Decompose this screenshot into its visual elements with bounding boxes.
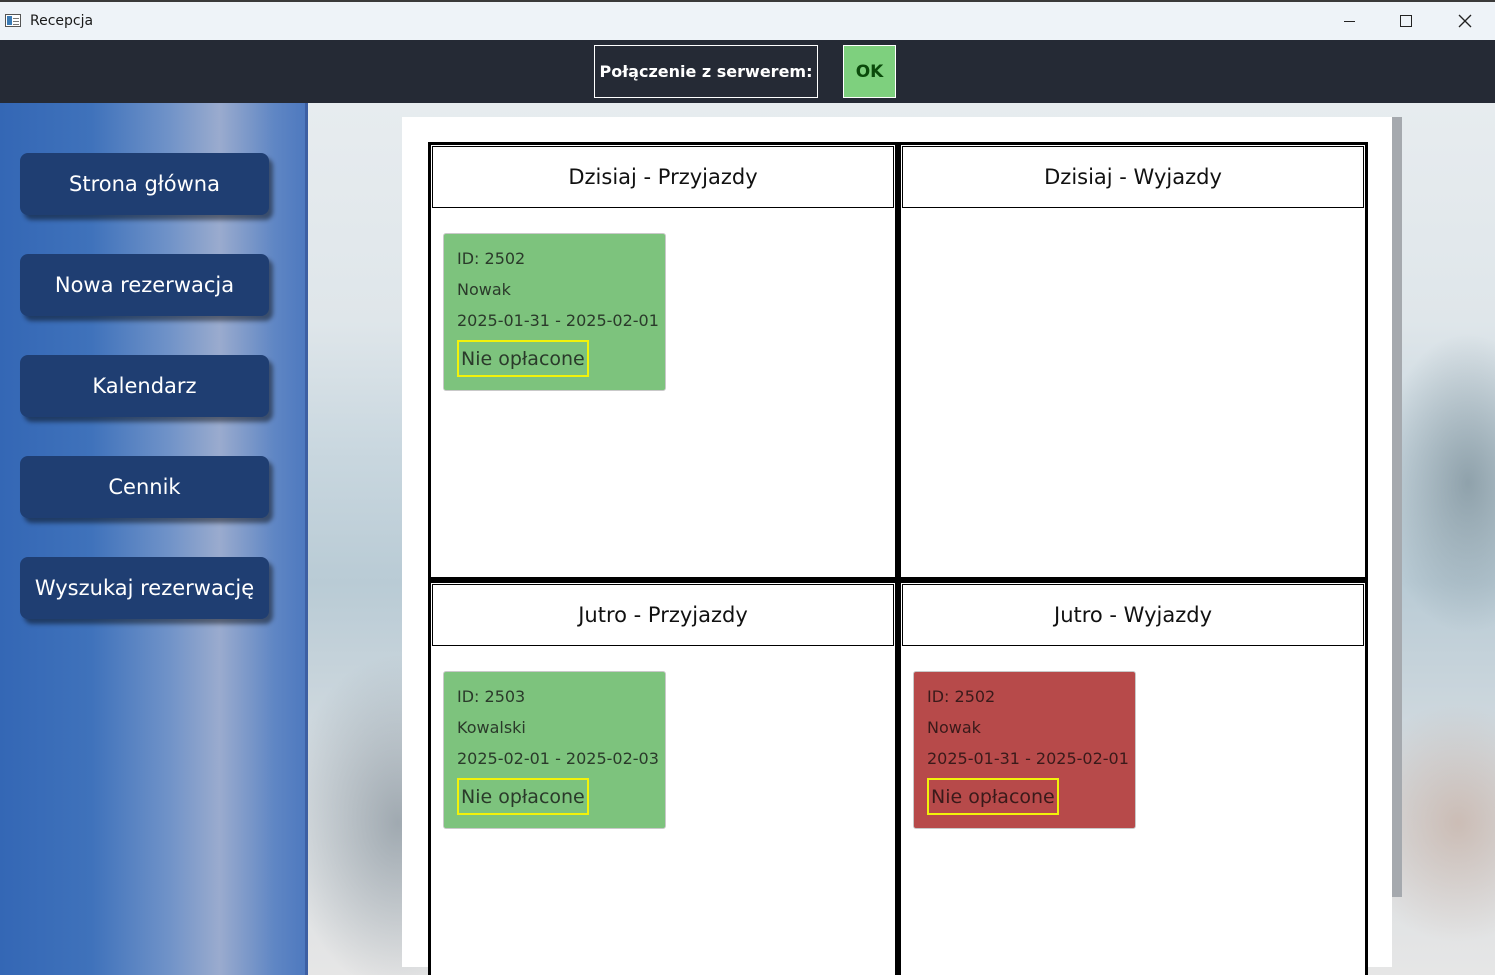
connection-status-badge: OK	[843, 45, 896, 98]
guest-name: Kowalski	[457, 718, 526, 737]
reservation-id: ID: 2503	[457, 687, 526, 706]
vertical-scrollbar[interactable]	[1392, 117, 1402, 897]
maximize-button[interactable]	[1377, 2, 1435, 40]
tomorrow-arrivals-section: Jutro - Przyjazdy ID: 2503 Kowalski 2025…	[428, 580, 898, 975]
tomorrow-departures-section: Jutro - Wyjazdy ID: 2502 Nowak 2025-01-3…	[898, 580, 1368, 975]
section-title: Jutro - Wyjazdy	[902, 584, 1364, 646]
section-title: Dzisiaj - Przyjazdy	[432, 146, 894, 208]
reservation-id: ID: 2502	[927, 687, 996, 706]
nav-search-reservation-button[interactable]: Wyszukaj rezerwację	[20, 557, 269, 619]
stay-dates: 2025-01-31 - 2025-02-01	[457, 311, 659, 330]
minimize-icon	[1343, 20, 1355, 22]
app-window: Recepcja Połączenie z serwerem: OK Stron…	[0, 0, 1495, 975]
reservation-card[interactable]: ID: 2502 Nowak 2025-01-31 - 2025-02-01 N…	[443, 233, 666, 391]
guest-name: Nowak	[927, 718, 981, 737]
nav-pricing-button[interactable]: Cennik	[20, 456, 269, 518]
payment-status-badge: Nie opłacone	[457, 778, 589, 815]
nav-home-button[interactable]: Strona główna	[20, 153, 269, 215]
today-departures-section: Dzisiaj - Wyjazdy	[898, 142, 1368, 580]
connection-label: Połączenie z serwerem:	[594, 45, 818, 98]
section-title: Jutro - Przyjazdy	[432, 584, 894, 646]
window-title: Recepcja	[30, 13, 94, 29]
title-bar: Recepcja	[0, 0, 1495, 40]
today-arrivals-section: Dzisiaj - Przyjazdy ID: 2502 Nowak 2025-…	[428, 142, 898, 580]
status-bar: Połączenie z serwerem: OK	[0, 40, 1495, 103]
stay-dates: 2025-01-31 - 2025-02-01	[927, 749, 1129, 768]
nav-calendar-button[interactable]: Kalendarz	[20, 355, 269, 417]
main-panel: Dzisiaj - Przyjazdy ID: 2502 Nowak 2025-…	[402, 117, 1392, 975]
reservation-id: ID: 2502	[457, 249, 526, 268]
section-title: Dzisiaj - Wyjazdy	[902, 146, 1364, 208]
stay-dates: 2025-02-01 - 2025-02-03	[457, 749, 659, 768]
reservation-card[interactable]: ID: 2503 Kowalski 2025-02-01 - 2025-02-0…	[443, 671, 666, 829]
payment-status-badge: Nie opłacone	[457, 340, 589, 377]
payment-status-badge: Nie opłacone	[927, 778, 1059, 815]
nav-new-reservation-button[interactable]: Nowa rezerwacja	[20, 254, 269, 316]
sidebar: Strona główna Nowa rezerwacja Kalendarz …	[0, 103, 308, 975]
close-button[interactable]	[1436, 2, 1494, 40]
close-icon	[1458, 14, 1472, 28]
minimize-button[interactable]	[1320, 2, 1378, 40]
guest-name: Nowak	[457, 280, 511, 299]
app-icon	[5, 14, 21, 27]
maximize-icon	[1400, 15, 1412, 27]
reservation-card[interactable]: ID: 2502 Nowak 2025-01-31 - 2025-02-01 N…	[913, 671, 1136, 829]
